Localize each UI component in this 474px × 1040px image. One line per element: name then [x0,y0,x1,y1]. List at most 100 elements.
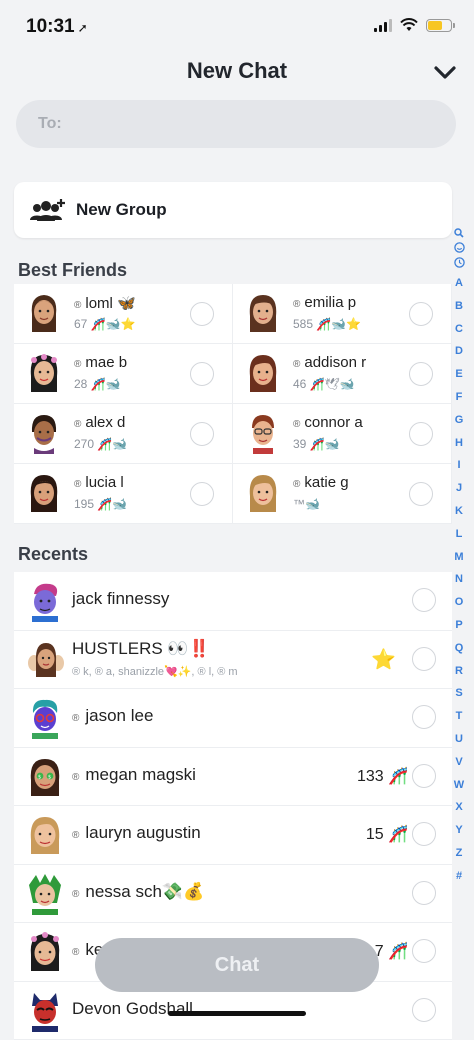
index-letter[interactable]: E [450,363,468,386]
index-letter[interactable]: A [450,272,468,295]
best-friend-cell[interactable]: ®lucia l 195 🎢🐋 [14,464,233,524]
registered-mark: ® [72,713,79,724]
best-friend-cell[interactable]: ®loml 🦋 67 🎢🐋⭐ [14,284,233,344]
index-letter[interactable]: D [450,340,468,363]
select-radio[interactable] [190,482,214,506]
smiley-icon[interactable] [454,242,465,253]
best-friend-cell[interactable]: ®addison r 46 🎢🕊🐋 [233,344,452,404]
index-letter[interactable]: L [450,523,468,546]
select-radio[interactable] [412,881,436,905]
select-radio[interactable] [412,939,436,963]
clock-icon[interactable] [454,257,465,268]
select-radio[interactable] [409,422,433,446]
select-radio[interactable] [412,822,436,846]
select-radio[interactable] [409,302,433,326]
recent-name: nessa sch💸💰 [85,882,204,901]
list-item[interactable]: ®nessa sch💸💰 [14,865,452,924]
friend-name: alex d [85,414,125,431]
index-letter[interactable]: # [450,865,468,888]
select-radio[interactable] [412,588,436,612]
index-letter[interactable]: I [450,454,468,477]
index-letter[interactable]: O [450,591,468,614]
select-radio[interactable] [412,764,436,788]
select-radio[interactable] [190,302,214,326]
best-friend-cell[interactable]: ®katie g ™🐋 [233,464,452,524]
index-letter[interactable]: K [450,500,468,523]
index-letter[interactable]: H [450,432,468,455]
registered-mark: ® [72,947,79,958]
recent-name: HUSTLERS 👀‼️ [72,639,210,659]
bitmoji-avatar [245,352,281,394]
index-letter[interactable]: R [450,660,468,683]
best-friend-cell[interactable]: ®alex d 270 🎢🐋 [14,404,233,464]
search-icon[interactable] [454,228,464,238]
bitmoji-avatar [26,697,64,739]
location-arrow-icon: ➚ [78,21,88,35]
index-letter[interactable]: J [450,477,468,500]
best-friend-cell[interactable]: ®mae b 28 🎢🐋 [14,344,233,404]
select-radio[interactable] [409,482,433,506]
battery-icon [426,19,452,32]
home-indicator [168,1011,306,1016]
alphabet-index[interactable]: ABCDEFGHIJKLMNOPQRSTUVWXYZ# [450,224,468,888]
to-label: To: [38,115,62,133]
best-friend-cell[interactable]: ®emilia p 585 🎢🐋⭐ [233,284,452,344]
select-radio[interactable] [190,362,214,386]
best-friends-heading: Best Friends [18,260,127,281]
select-radio[interactable] [409,362,433,386]
chat-button[interactable]: Chat [95,938,379,992]
status-time: 10:31➚ [26,16,88,38]
index-letter[interactable]: Q [450,637,468,660]
list-item[interactable]: HUSTLERS 👀‼️ ® k, ® a, shanizzle💘✨, ® l,… [14,631,452,690]
index-letter[interactable]: W [450,774,468,797]
new-group-label: New Group [76,200,167,220]
list-item[interactable]: ®lauryn augustin 15 🎢 [14,806,452,865]
bitmoji-avatar [26,990,64,1032]
index-letter[interactable]: T [450,705,468,728]
list-item[interactable]: $$ ®megan magski 133 🎢 [14,748,452,807]
friend-streak: 270 🎢🐋 [74,437,127,451]
select-radio[interactable] [412,705,436,729]
best-friend-cell[interactable]: ®connor a 39 🎢🐋 [233,404,452,464]
index-letter[interactable]: M [450,546,468,569]
select-radio[interactable] [412,998,436,1022]
recent-name: jack finnessy [72,589,169,609]
select-radio[interactable] [190,422,214,446]
index-letter[interactable]: G [450,409,468,432]
friend-name: lucia l [85,474,123,491]
bitmoji-avatar [26,580,64,622]
index-letter[interactable]: X [450,796,468,819]
star-icon: ⭐ [371,647,396,672]
streak-count: 7 🎢 [375,941,408,961]
bitmoji-avatar [26,472,62,514]
new-group-button[interactable]: New Group [14,182,452,238]
friend-streak: 585 🎢🐋⭐ [293,317,361,331]
index-letter[interactable]: S [450,682,468,705]
registered-mark: ® [293,299,300,310]
streak-count: 133 🎢 [357,766,408,786]
index-letter[interactable]: U [450,728,468,751]
list-item[interactable]: ® jason lee [14,689,452,748]
to-input[interactable]: To: [16,100,456,148]
index-letter[interactable]: F [450,386,468,409]
index-letter[interactable]: C [450,318,468,341]
recent-name: lauryn augustin [85,823,200,842]
index-letter[interactable]: V [450,751,468,774]
recents-heading: Recents [18,544,88,565]
chevron-down-icon[interactable] [432,62,458,84]
select-radio[interactable] [412,647,436,671]
list-item[interactable]: jack finnessy [14,572,452,631]
friend-streak: 67 🎢🐋⭐ [74,317,136,331]
index-letter[interactable]: Z [450,842,468,865]
svg-text:$: $ [48,774,51,780]
recent-name: jason lee [85,706,153,725]
index-letter[interactable]: B [450,295,468,318]
index-letter[interactable]: N [450,568,468,591]
index-letter[interactable]: Y [450,819,468,842]
friend-name: addison r [304,354,366,371]
group-members: ® k, ® a, shanizzle💘✨, ® l, ® m [72,665,238,678]
index-letter[interactable]: P [450,614,468,637]
bitmoji-avatar [245,292,281,334]
registered-mark: ® [72,830,79,841]
friend-name: mae b [85,354,127,371]
